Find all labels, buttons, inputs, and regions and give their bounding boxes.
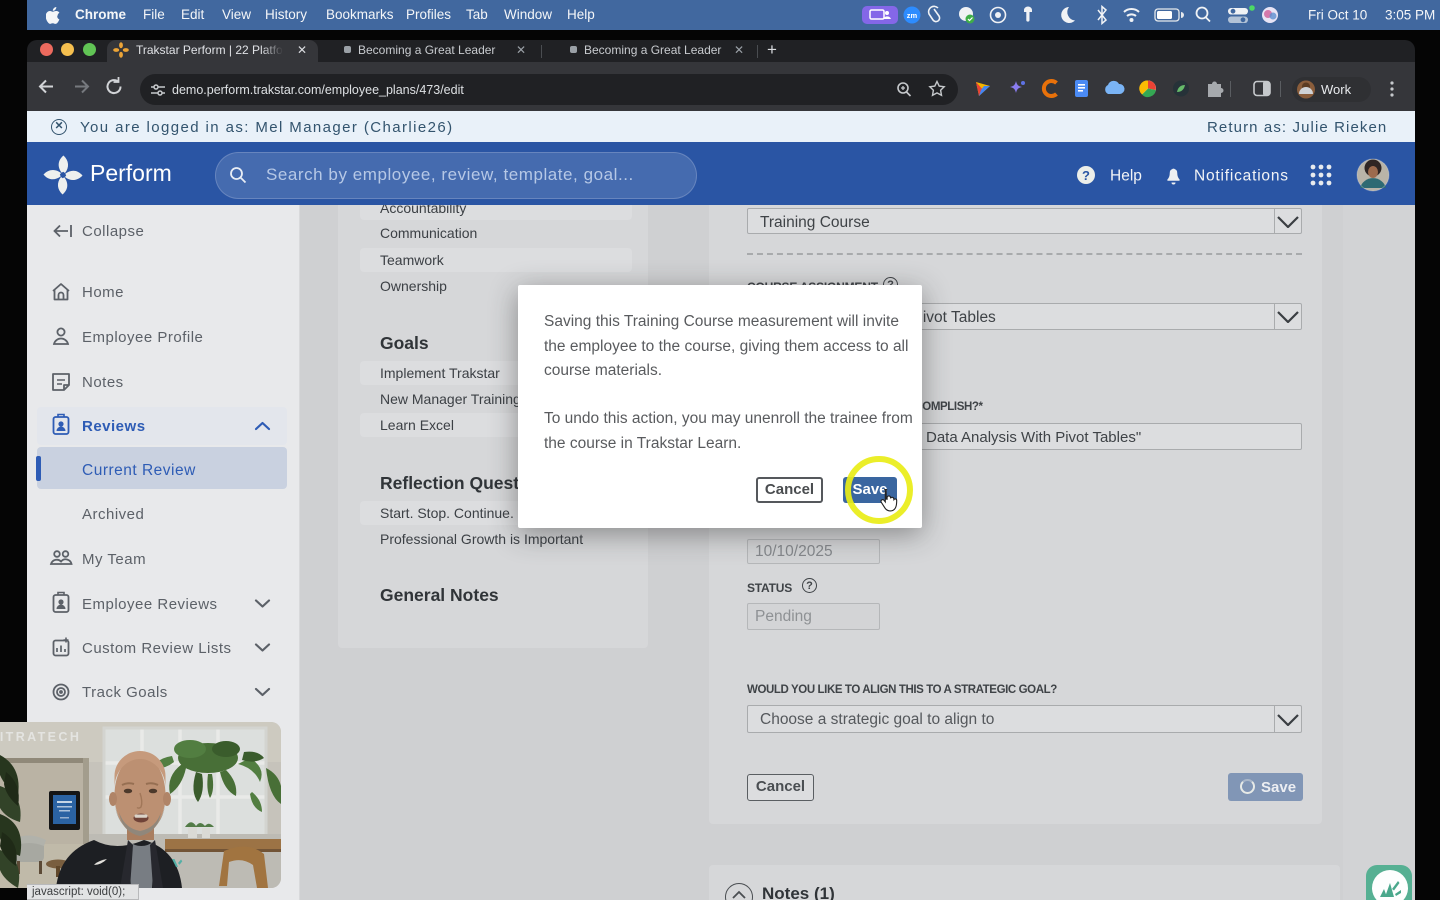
svg-text:?: ?	[1082, 168, 1090, 183]
svg-text:Fri Oct 10: Fri Oct 10	[1308, 8, 1367, 23]
svg-text:Help: Help	[1110, 168, 1142, 185]
svg-text:Work: Work	[1321, 82, 1352, 97]
svg-text:Notifications: Notifications	[1194, 168, 1289, 185]
svg-text:3:05 PM: 3:05 PM	[1385, 8, 1435, 23]
svg-text:zm: zm	[907, 11, 918, 20]
